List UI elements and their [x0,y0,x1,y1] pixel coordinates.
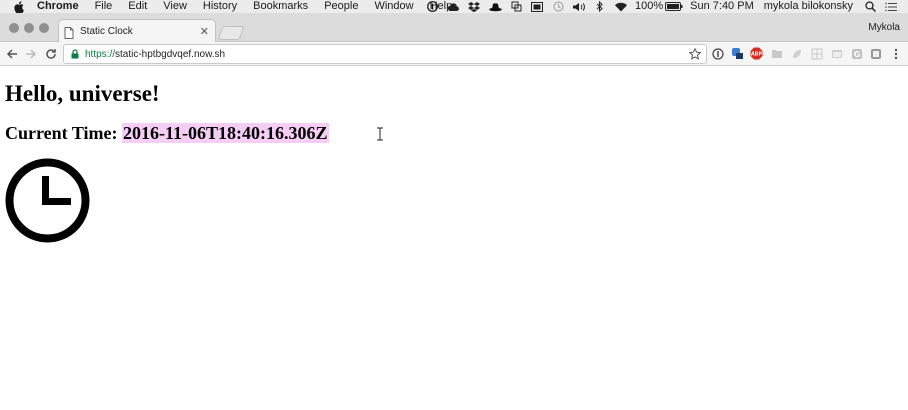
macos-menubar: Chrome File Edit View History Bookmarks … [0,0,908,13]
dropbox-icon[interactable] [467,1,481,12]
menu-history[interactable]: History [203,0,237,13]
menu-window[interactable]: Window [374,0,413,13]
chrome-menu-icon[interactable] [889,47,902,60]
extension-window-icon[interactable] [830,47,843,60]
menu-edit[interactable]: Edit [128,0,147,13]
spotlight-search-icon[interactable] [863,1,877,12]
menubar-clock[interactable]: Sun 7:40 PM [690,0,754,13]
extension-leaf-icon[interactable] [790,47,803,60]
wifi-icon[interactable] [614,1,628,12]
back-button[interactable] [4,46,20,62]
clock-icon [5,158,90,243]
lock-icon[interactable] [70,48,80,60]
address-bar[interactable]: https://static-hptbgdvqef.now.sh [63,44,707,64]
tab-title: Static Clock [80,26,133,37]
reload-button[interactable] [43,46,59,62]
browser-toolbar: https://static-hptbgdvqef.now.sh ABP G [0,42,908,66]
extension-square-icon[interactable] [869,47,882,60]
current-time-label: Current Time: [5,123,122,143]
current-time-value: 2016-11-06T18:40:16.306Z [122,123,329,143]
menu-chrome[interactable]: Chrome [37,0,79,13]
window-minimize-button[interactable] [24,23,34,33]
adblock-plus-icon[interactable]: ABP [750,47,763,60]
menubar-user[interactable]: mykola bilokonsky [764,0,853,13]
svg-text:ABP: ABP [751,52,763,58]
battery-icon[interactable] [665,1,683,12]
alfred-hat-icon[interactable] [488,1,502,12]
copy-app-icon[interactable] [509,1,523,12]
screen-app-icon[interactable] [530,1,544,12]
url-scheme: https:// [85,48,116,60]
menu-view[interactable]: View [163,0,187,13]
url-host: static-hptbgdvqef.now.sh [115,48,226,60]
bluetooth-icon[interactable] [593,1,607,12]
page-content: Hello, universe! Current Time: 2016-11-0… [0,67,908,410]
window-close-button[interactable] [9,23,19,33]
svg-text:G: G [853,50,860,59]
url-text[interactable]: https://static-hptbgdvqef.now.sh [85,49,688,60]
extension-badge-icon[interactable] [731,47,744,60]
profile-name[interactable]: Mykola [868,22,900,33]
bookmark-star-icon[interactable] [688,47,702,61]
extension-g-icon[interactable]: G [850,47,863,60]
menu-people[interactable]: People [324,0,358,13]
time-machine-icon[interactable] [551,1,565,12]
battery-percent: 100% [635,0,664,12]
current-time-line: Current Time: 2016-11-06T18:40:16.306Z [5,123,329,144]
status-area: 100% Sun 7:40 PM mykola bilokonsky [425,0,908,13]
notification-center-icon[interactable] [884,1,898,12]
window-zoom-button[interactable] [39,23,49,33]
forward-button[interactable] [23,46,39,62]
tab-strip: Static Clock ✕ Mykola [0,13,908,43]
cloud-app-icon[interactable] [446,1,460,12]
extension-folder-icon[interactable] [770,47,783,60]
document-icon [64,26,74,39]
menu-file[interactable]: File [95,0,113,13]
text-cursor-icon [377,127,383,141]
volume-icon[interactable] [572,1,586,12]
new-tab-button[interactable] [217,26,245,40]
extension-grid-icon[interactable] [810,47,823,60]
tab-close-icon[interactable]: ✕ [200,25,209,38]
apple-logo-icon[interactable] [13,0,25,13]
page-heading: Hello, universe! [5,81,160,106]
onepassword-extension-icon[interactable] [711,47,724,60]
tab-static-clock[interactable]: Static Clock ✕ [58,19,216,43]
onepassword-icon[interactable] [425,1,439,12]
menu-bookmarks[interactable]: Bookmarks [253,0,308,13]
